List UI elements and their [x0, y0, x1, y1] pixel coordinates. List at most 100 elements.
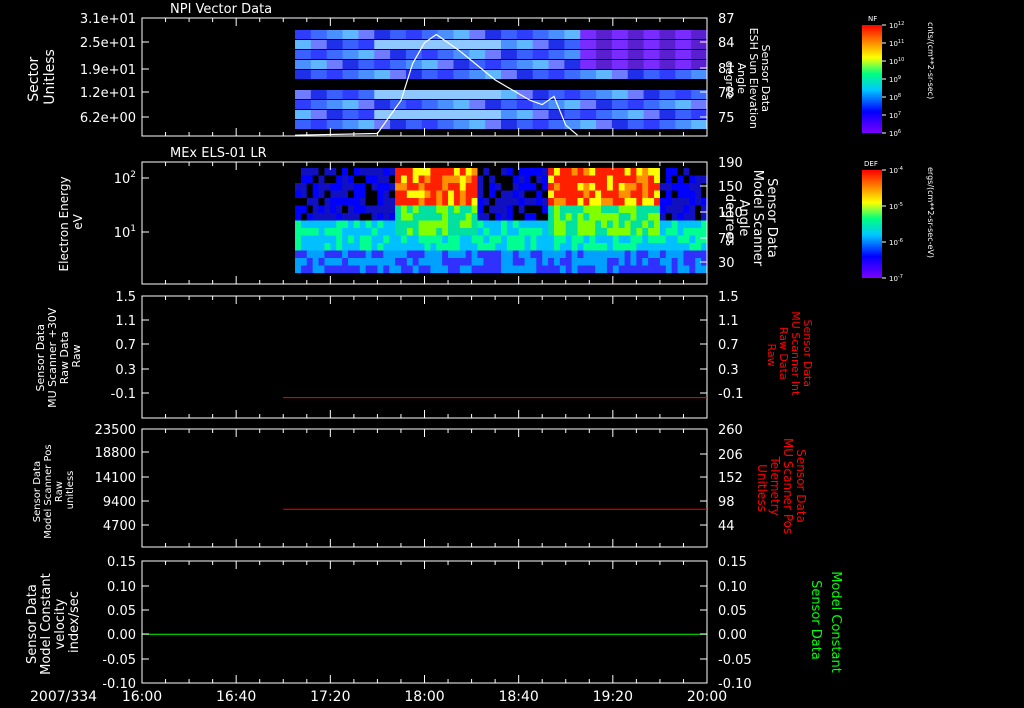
sector-heatmap-cell — [421, 60, 439, 69]
els-heatmap-cell — [665, 250, 673, 259]
els-heatmap-cell — [530, 205, 537, 214]
els-heatmap-cell — [324, 265, 331, 274]
els-heatmap-cell — [300, 213, 308, 221]
els-heatmap-cell — [471, 168, 478, 176]
els-heatmap-cell — [477, 250, 484, 259]
els-heatmap-cell — [389, 235, 396, 244]
els-heatmap-cell — [671, 220, 678, 229]
els-heatmap-cell — [471, 213, 478, 221]
els-heatmap-cell — [612, 250, 620, 259]
els-heatmap-cell — [306, 265, 314, 274]
sector-heatmap-cell — [310, 70, 328, 79]
sector-heatmap-cell — [342, 120, 359, 129]
els-heatmap-cell — [406, 258, 414, 266]
sector-heatmap-cell — [501, 70, 518, 79]
els-heatmap-cell — [624, 220, 631, 229]
els-heatmap-cell — [442, 198, 449, 206]
sector-heatmap-cell — [485, 120, 502, 129]
els-heatmap-cell — [524, 243, 531, 251]
els-heatmap-cell — [483, 213, 490, 221]
els-heatmap-cell — [577, 250, 584, 259]
left-tick-label: 9400 — [103, 495, 136, 510]
sector-heatmap-cell — [501, 30, 518, 39]
sector-heatmap-cell — [659, 40, 676, 49]
els-heatmap-cell — [306, 258, 314, 266]
els-heatmap-cell — [471, 243, 478, 251]
els-heatmap-cell — [665, 168, 673, 176]
right-tick-label: 30 — [718, 256, 735, 271]
els-heatmap-cell — [565, 235, 573, 244]
els-heatmap-cell — [501, 235, 508, 244]
sector-heatmap-cell — [453, 110, 470, 119]
sector-heatmap-cell — [516, 40, 534, 49]
sector-heatmap-cell — [580, 60, 597, 69]
els-heatmap-cell — [689, 175, 696, 184]
els-heatmap-cell — [459, 250, 467, 259]
els-heatmap-cell — [442, 258, 449, 266]
els-heatmap-cell — [483, 205, 490, 214]
els-heatmap-cell — [559, 213, 567, 221]
els-heatmap-cell — [683, 183, 690, 191]
els-heatmap-cell — [589, 190, 596, 199]
els-heatmap-cell — [400, 220, 408, 229]
els-heatmap-cell — [418, 250, 425, 259]
els-heatmap-cell — [677, 243, 684, 251]
els-heatmap-cell — [548, 213, 555, 221]
els-heatmap-cell — [542, 258, 549, 266]
els-heatmap-cell — [530, 265, 537, 274]
els-heatmap-cell — [477, 168, 484, 176]
els-heatmap-cell — [359, 205, 367, 214]
els-heatmap-cell — [483, 235, 490, 244]
els-heatmap-cell — [442, 250, 449, 259]
els-heatmap-cell — [418, 265, 425, 274]
els-heatmap-cell — [642, 168, 649, 176]
els-heatmap-cell — [347, 205, 355, 214]
els-heatmap-cell — [406, 175, 414, 184]
els-heatmap-cell — [648, 213, 655, 221]
left-tick-label: 23500 — [95, 423, 136, 438]
els-heatmap-cell — [448, 220, 455, 229]
els-heatmap-cell — [606, 243, 614, 251]
els-heatmap-cell — [436, 168, 443, 176]
els-heatmap-cell — [306, 168, 314, 176]
els-heatmap-cell — [347, 258, 355, 266]
els-heatmap-cell — [424, 205, 431, 214]
els-heatmap-cell — [436, 220, 443, 229]
els-heatmap-cell — [683, 243, 690, 251]
els-heatmap-cell — [601, 220, 608, 229]
els-heatmap-cell — [571, 205, 578, 214]
els-heatmap-cell — [612, 258, 620, 266]
sector-heatmap-cell — [310, 90, 328, 99]
els-heatmap-cell — [383, 258, 390, 266]
els-heatmap-cell — [395, 205, 402, 214]
els-heatmap-cell — [477, 198, 484, 206]
els-heatmap-cell — [642, 183, 649, 191]
els-heatmap-cell — [636, 168, 643, 176]
els-heatmap-cell — [347, 213, 355, 221]
sector-heatmap-cell — [643, 60, 660, 69]
right-tick-label: 84 — [718, 36, 735, 51]
els-heatmap-cell — [306, 198, 314, 206]
els-heatmap-cell — [371, 183, 378, 191]
els-heatmap-cell — [430, 228, 437, 236]
sector-heatmap-cell — [627, 50, 645, 59]
sector-heatmap-cell — [295, 70, 312, 79]
sector-heatmap-cell — [374, 120, 391, 129]
sector-heatmap-cell — [643, 90, 660, 99]
els-heatmap-cell — [353, 258, 361, 266]
x-tick-label: 19:20 — [593, 689, 633, 705]
els-heatmap-cell — [453, 235, 461, 244]
els-heatmap-cell — [430, 175, 437, 184]
els-heatmap-cell — [395, 228, 402, 236]
els-heatmap-cell — [565, 243, 573, 251]
els-heatmap-cell — [659, 183, 667, 191]
els-heatmap-cell — [559, 250, 567, 259]
els-heatmap-cell — [442, 175, 449, 184]
els-heatmap-cell — [548, 190, 555, 199]
els-heatmap-cell — [324, 258, 331, 266]
sector-heatmap-cell — [659, 110, 676, 119]
els-heatmap-cell — [648, 250, 655, 259]
els-heatmap-cell — [654, 183, 661, 191]
els-heatmap-cell — [400, 168, 408, 176]
els-heatmap-cell — [683, 228, 690, 236]
